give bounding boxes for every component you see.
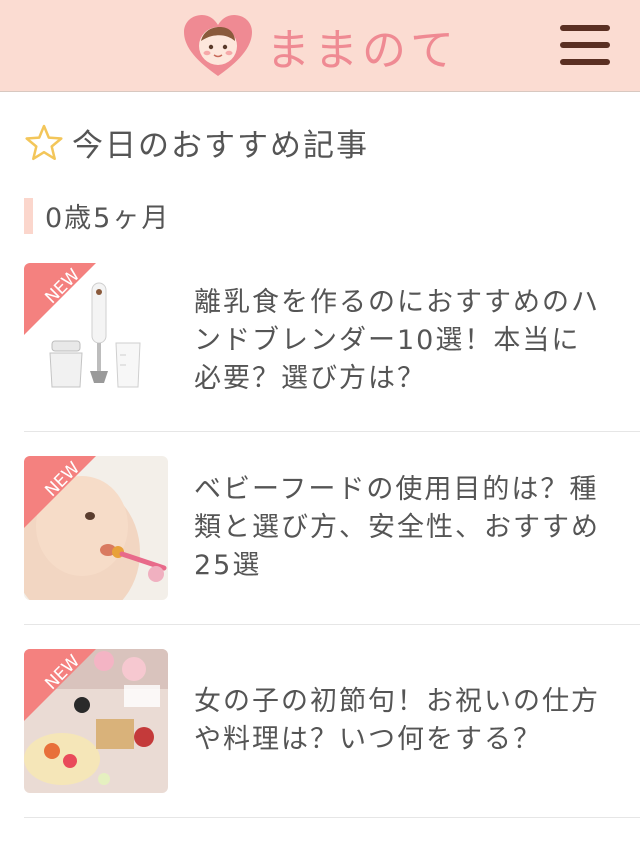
list-item[interactable]: NEW 離乳食を作るのにおすすめのハンドブレンダー10選！本当に必要？選び方は？: [24, 263, 640, 432]
article-title[interactable]: 離乳食を作るのにおすすめのハンドブレンダー10選！本当に必要？選び方は？: [194, 284, 604, 398]
site-logo[interactable]: ままのて: [182, 14, 458, 78]
article-list: NEW 離乳食を作るのにおすすめのハンドブレンダー10選！本当に必要？選び方は？…: [24, 263, 640, 818]
list-item[interactable]: NEW ベビーフードの使用目的は？種類と選び方、安全性、おすすめ25選: [24, 432, 640, 625]
baby-heart-icon: [184, 14, 252, 76]
article-title[interactable]: 女の子の初節句！お祝いの仕方や料理は？いつ何をする？: [194, 683, 604, 759]
list-item[interactable]: NEW 女の子の初節句！お祝いの仕方や料理は？いつ何をする？: [24, 625, 640, 818]
baby-eating-image: [24, 456, 168, 600]
hamburger-menu-icon[interactable]: [560, 25, 610, 67]
age-label: 0歳5ヶ月: [45, 203, 171, 234]
age-accent-bar: [24, 197, 33, 234]
app-header: ままのて: [0, 0, 640, 92]
hand-blender-image: [24, 263, 168, 407]
article-thumbnail[interactable]: NEW: [24, 649, 168, 793]
hinamatsuri-food-image: [24, 649, 168, 793]
article-thumbnail[interactable]: NEW: [24, 456, 168, 600]
logo-text: ままのて: [266, 24, 458, 76]
article-title[interactable]: ベビーフードの使用目的は？種類と選び方、安全性、おすすめ25選: [194, 471, 604, 585]
article-thumbnail[interactable]: NEW: [24, 263, 168, 407]
age-label-row: 0歳5ヶ月: [24, 196, 170, 235]
section-title: 今日のおすすめ記事: [72, 128, 369, 164]
section-header: 今日のおすすめ記事: [24, 120, 369, 165]
star-outline-icon: [25, 124, 63, 160]
